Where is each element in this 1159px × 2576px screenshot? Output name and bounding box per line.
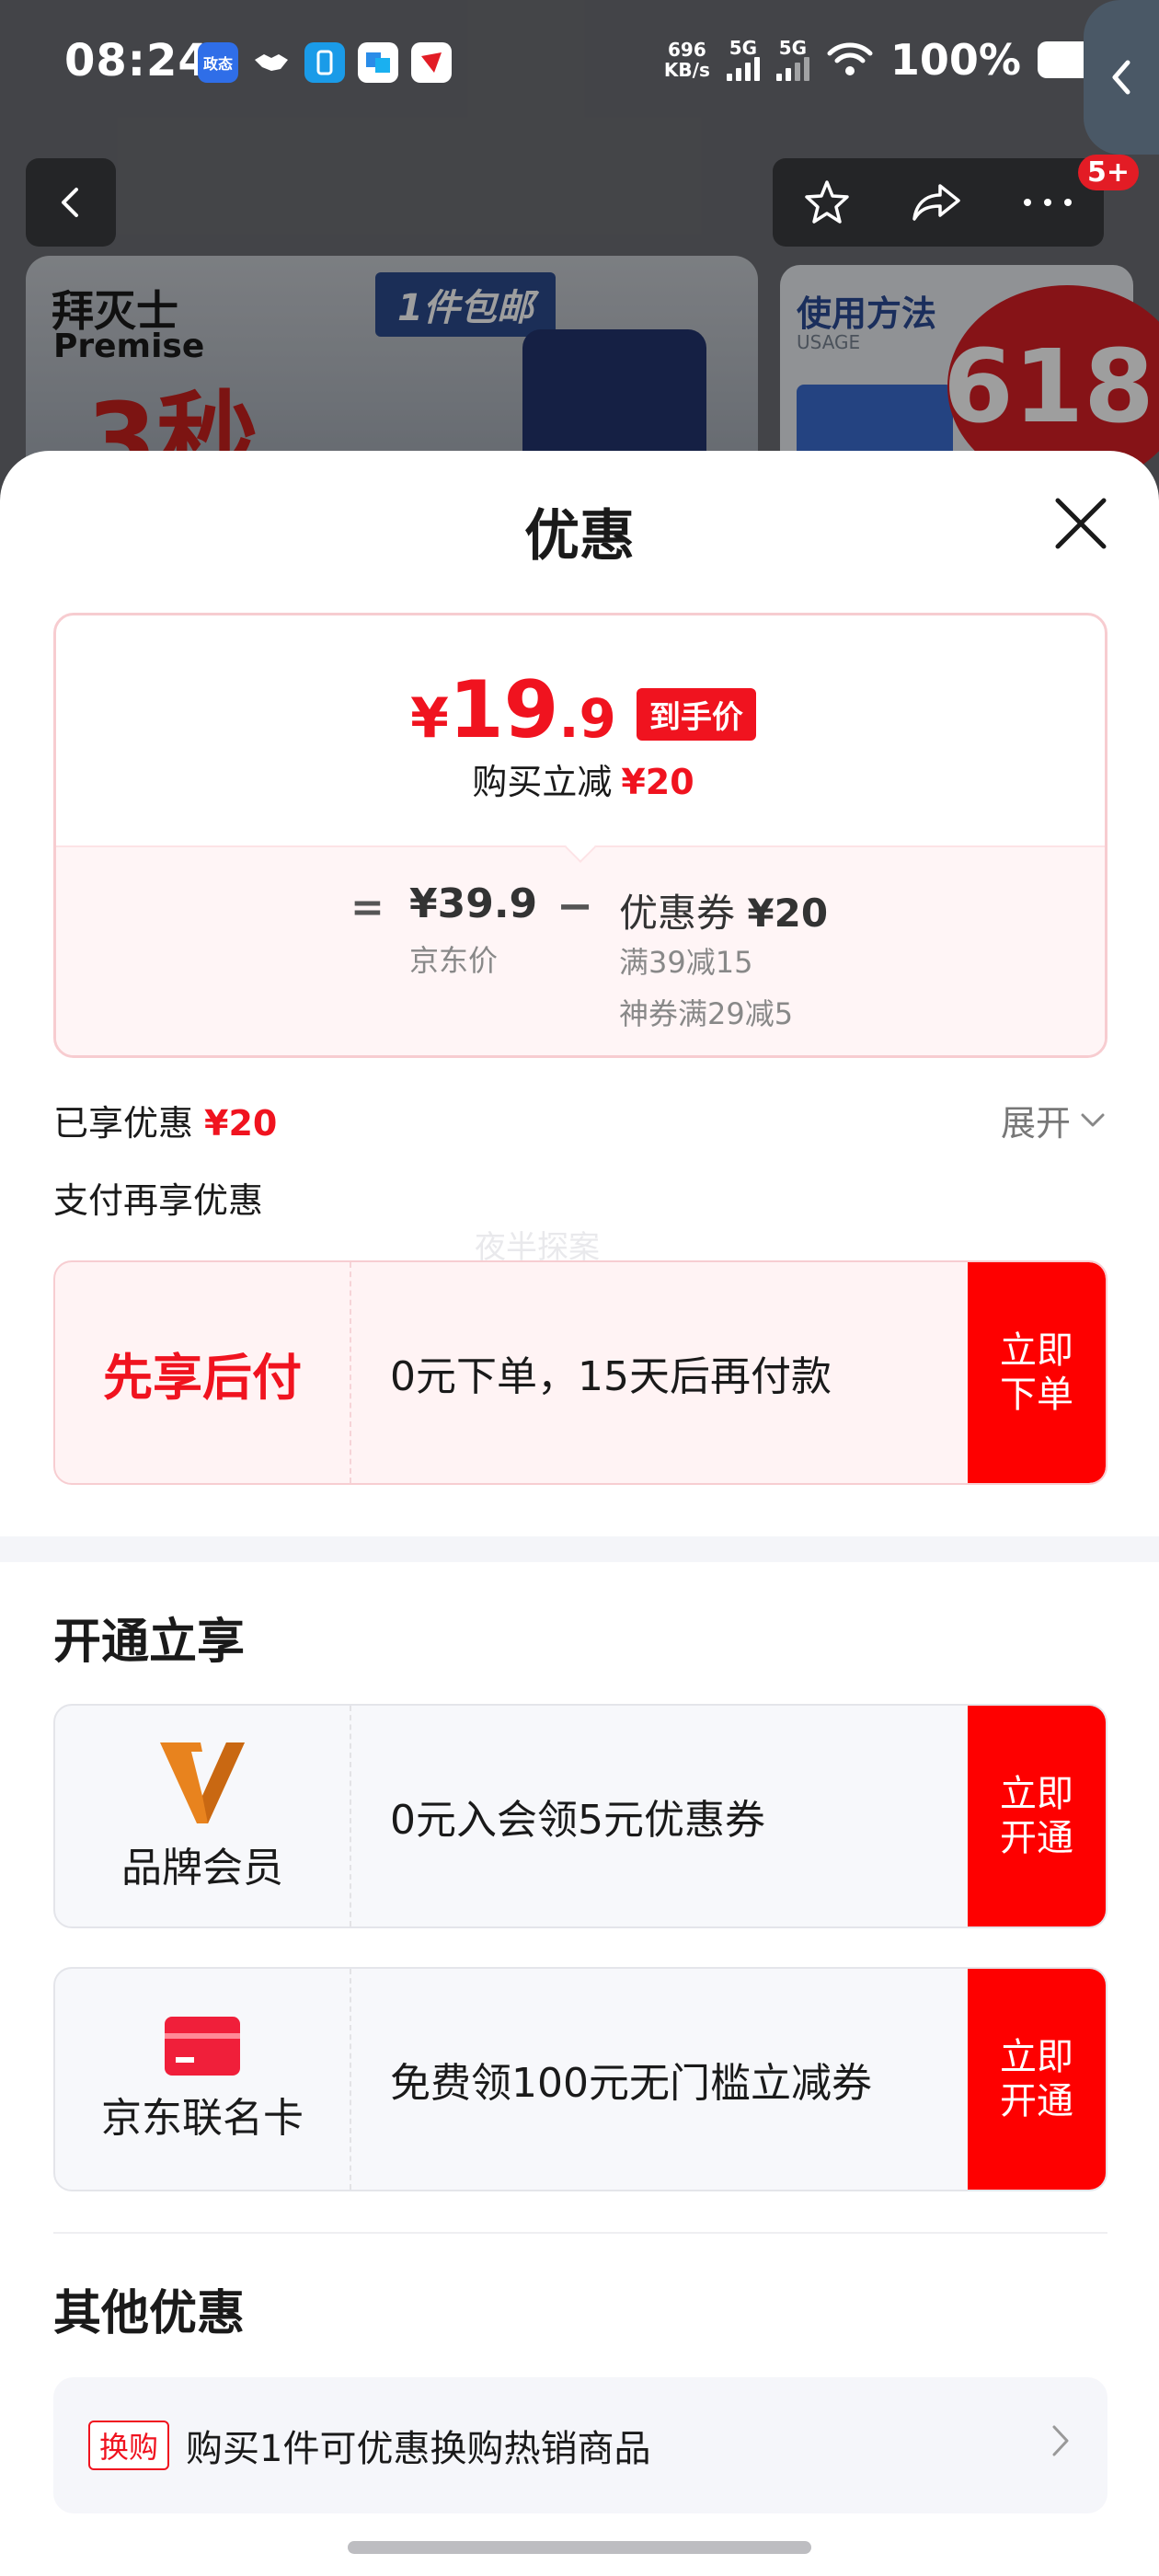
- save-amount: ¥20: [621, 762, 694, 802]
- more-icon[interactable]: [1020, 195, 1075, 210]
- status-indicators: 696 KB/s 5G 5G 100%: [664, 35, 1104, 85]
- member-block: 品牌会员: [55, 1706, 351, 1926]
- discount-sheet: 优惠 ¥ 19 .9 到手价 购买立减 ¥20 = ¥39.9 京东价 − 优惠券…: [0, 451, 1159, 2576]
- minus-sign: −: [557, 880, 594, 932]
- share-icon[interactable]: [909, 177, 964, 228]
- price-integer: 19: [448, 664, 559, 756]
- back-button[interactable]: [26, 158, 116, 247]
- expand-label: 展开: [1000, 1103, 1071, 1144]
- signal-sim2: 5G: [775, 37, 809, 81]
- pay-more-label: 支付再享优惠: [53, 1180, 264, 1221]
- status-time: 08:24: [64, 35, 210, 86]
- sim2-label: 5G: [778, 37, 808, 59]
- pay-later-title: 先享后付: [55, 1262, 351, 1483]
- top-nav: [0, 158, 1159, 250]
- credit-card-title: 京东联名卡: [101, 2095, 304, 2142]
- close-icon[interactable]: [1049, 491, 1113, 556]
- window-app-icon: [358, 42, 398, 83]
- section-divider: [0, 1536, 1159, 1562]
- open-member-button[interactable]: 立即 开通: [968, 1706, 1106, 1926]
- credit-card-desc: 免费领100元无门槛立减券: [390, 2060, 872, 2107]
- enjoyed-discount: 已享优惠 ¥20: [53, 1095, 277, 1145]
- wifi-icon: [827, 42, 873, 75]
- price-breakdown-card: ¥ 19 .9 到手价 购买立减 ¥20 = ¥39.9 京东价 − 优惠券 ¥2…: [53, 613, 1107, 1058]
- signal-sim1: 5G: [726, 37, 760, 81]
- edge-panel-handle[interactable]: [1084, 0, 1159, 155]
- nav-actions: [773, 158, 1104, 247]
- member-desc: 0元入会领5元优惠券: [390, 1797, 765, 1844]
- order-now-button[interactable]: 立即 下单: [968, 1262, 1106, 1483]
- signal-bars-icon: [726, 57, 760, 81]
- coupon-total: 优惠券 ¥20: [619, 882, 828, 938]
- credit-card-icon: [165, 2017, 240, 2076]
- exchange-text: 购买1件可优惠换购热销商品: [186, 2428, 651, 2470]
- sim1-label: 5G: [729, 37, 758, 59]
- pay-later-card[interactable]: 先享后付 0元下单，15天后再付款 立即 下单: [53, 1260, 1107, 1485]
- coupon-rule: 满39减15: [619, 945, 753, 980]
- save-label: 购买立减: [472, 762, 613, 802]
- pay-later-desc: 0元下单，15天后再付款: [390, 1353, 832, 1400]
- divider-line: [53, 2232, 1107, 2234]
- price-decimal: .9: [558, 687, 616, 750]
- co-brand-card[interactable]: 京东联名卡 免费领100元无门槛立减券 立即 开通: [53, 1967, 1107, 2191]
- credit-card-block: 京东联名卡: [55, 1969, 351, 2190]
- coupon-amount: ¥20: [747, 891, 829, 936]
- jd-price: ¥39.9: [409, 880, 538, 927]
- jd-app-icon: [411, 42, 452, 83]
- net-speed-value: 696: [668, 39, 706, 61]
- app-icon: 政态: [198, 42, 238, 83]
- expand-button[interactable]: 展开: [1001, 1095, 1106, 1145]
- final-price-tag: 到手价: [636, 688, 756, 741]
- chevron-right-icon: [1052, 2425, 1069, 2456]
- currency-symbol: ¥: [410, 686, 449, 751]
- status-bar: 08:24 政态 696 KB/s 5G 5G 100%: [0, 0, 1159, 129]
- jd-price-label: 京东价: [409, 943, 499, 978]
- enjoyed-label: 已享优惠: [53, 1103, 194, 1144]
- final-price: ¥ 19 .9 到手价: [56, 664, 1105, 756]
- coupon-label: 优惠券: [619, 891, 736, 936]
- phone-app-icon: [304, 42, 345, 83]
- notification-icons: 政态: [198, 42, 452, 83]
- equals-sign: =: [350, 884, 384, 931]
- enjoyed-amount: ¥20: [204, 1103, 278, 1144]
- chevron-down-icon: [1081, 1113, 1105, 1126]
- instant-discount-line: 购买立减 ¥20: [56, 753, 1105, 804]
- battery-percent: 100%: [889, 35, 1021, 85]
- member-v-icon: [160, 1742, 245, 1823]
- sheet-title: 优惠: [524, 504, 635, 569]
- exchange-tag: 换购: [88, 2421, 170, 2470]
- chevron-left-icon: [62, 188, 78, 217]
- exchange-offer-row[interactable]: 换购 购买1件可优惠换购热销商品: [53, 2377, 1107, 2513]
- brand-member-card[interactable]: 品牌会员 0元入会领5元优惠券 立即 开通: [53, 1704, 1107, 1928]
- star-icon[interactable]: [801, 177, 853, 228]
- home-indicator[interactable]: [348, 2541, 811, 2554]
- handshake-icon: [251, 42, 292, 83]
- chevron-left-icon: [1112, 60, 1130, 95]
- price-formula: = ¥39.9 京东价 − 优惠券 ¥20 满39减15 神券满29减5: [56, 845, 1105, 1055]
- signal-bars-icon: [775, 57, 809, 81]
- coupon-rule: 神券满29减5: [619, 996, 794, 1031]
- open-section-title: 开通立享: [53, 1615, 246, 1670]
- open-card-button[interactable]: 立即 开通: [968, 1969, 1106, 2190]
- other-section-title: 其他优惠: [53, 2286, 246, 2341]
- net-speed-unit: KB/s: [663, 59, 710, 81]
- network-speed: 696 KB/s: [664, 40, 710, 80]
- member-title: 品牌会员: [121, 1845, 283, 1892]
- message-count-badge: 5+: [1077, 155, 1139, 190]
